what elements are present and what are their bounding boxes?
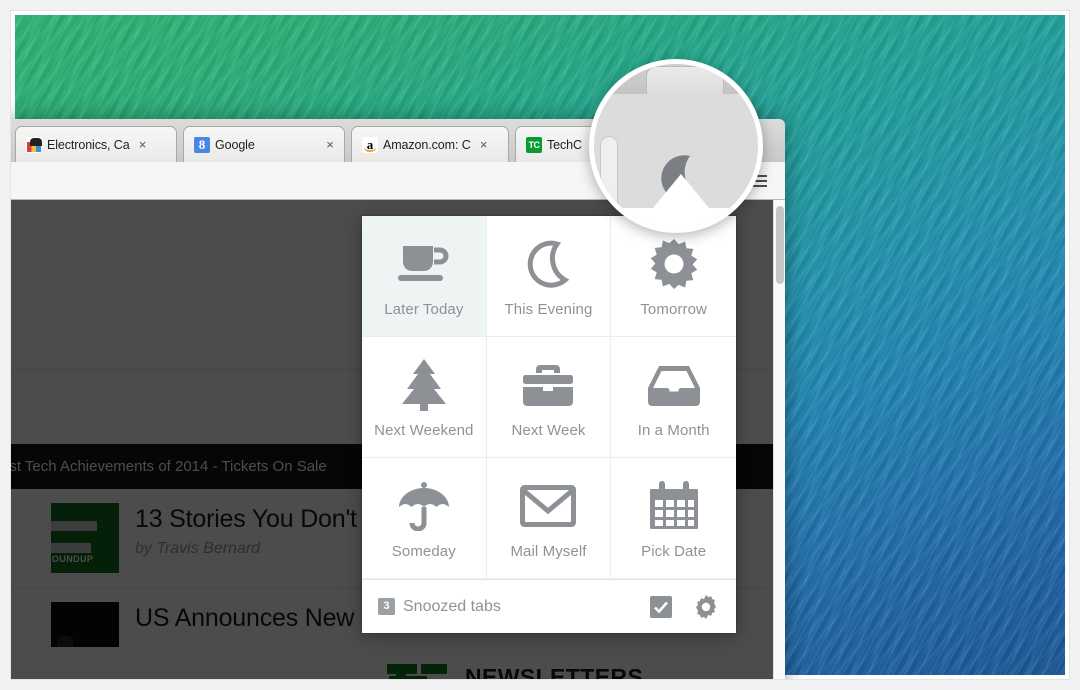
snooze-option-label: This Evening [504,300,593,318]
magnified-omnibox-edge [600,136,618,216]
snooze-option-label: In a Month [637,421,710,439]
google-favicon: 8 [194,136,210,153]
sun-icon [649,235,699,293]
snooze-option-this-evening[interactable]: This Evening [486,216,612,337]
snooze-option-label: Pick Date [641,542,707,560]
calendar-icon [649,477,698,535]
electronics-favicon [26,136,42,153]
inbox-tray-icon [647,356,701,414]
snooze-option-label: Tomorrow [640,300,707,318]
story-thumbnail: ROUNDUP [51,503,119,573]
snooze-option-label: Later Today [384,300,464,318]
magnified-tab [646,66,724,94]
scrollbar-thumb[interactable] [776,206,784,284]
tab-close-icon[interactable]: × [477,137,491,152]
magnified-tabstrip [594,64,758,94]
crescent-moon-icon [525,235,571,293]
snooze-option-pick-date[interactable]: Pick Date [611,458,736,579]
gear-icon[interactable] [694,594,718,619]
snooze-popup: Later Today This Evening Tomorrow Next W… [362,216,736,633]
pine-tree-icon [401,356,447,414]
snoozed-tabs-label[interactable]: Snoozed tabs [403,598,501,616]
frame-inner: Electronics, Ca × 8 Google × a Amazon.co… [11,11,1069,679]
snooze-option-label: Someday [391,542,456,560]
coffee-cup-icon [397,235,451,293]
tab-close-icon[interactable]: × [136,137,150,152]
umbrella-icon [398,477,450,535]
snooze-option-tomorrow[interactable]: Tomorrow [611,216,736,337]
browser-tab-amazon[interactable]: a Amazon.com: C × [351,126,509,162]
snooze-option-next-weekend[interactable]: Next Weekend [362,337,487,458]
newsletter-block: NEWSLETTERS [11,647,773,679]
snooze-options-grid: Later Today This Evening Tomorrow Next W… [362,216,736,579]
snooze-option-mail-myself[interactable]: Mail Myself [486,458,612,579]
techcrunch-favicon: TC [526,136,542,153]
envelope-icon [520,477,577,535]
tab-close-icon[interactable]: × [323,137,337,152]
browser-tab-electronics[interactable]: Electronics, Ca × [15,126,177,162]
briefcase-icon [522,356,574,414]
amazon-favicon: a [362,136,378,153]
tab-title: TechC [547,137,582,152]
checkbox-checked-icon[interactable] [650,595,672,618]
magnifier-callout [589,59,763,233]
snooze-popup-footer: 3 Snoozed tabs [362,579,736,633]
page-scrollbar[interactable] [773,200,785,679]
snooze-option-someday[interactable]: Someday [362,458,487,579]
thumbnail-label: ROUNDUP [51,554,94,564]
triangle-pointer [653,174,709,208]
snoozed-tabs-count-badge: 3 [378,598,395,615]
tab-title: Amazon.com: C [383,137,471,152]
snooze-option-label: Next Weekend [374,421,474,439]
newsletter-title: NEWSLETTERS [465,663,644,680]
snooze-option-later-today[interactable]: Later Today [362,216,487,337]
tab-title: Electronics, Ca [47,137,130,152]
promo-banner-text: Best Tech Achievements of 2014 - Tickets… [11,458,327,475]
snooze-option-label: Next Week [511,421,586,439]
snooze-option-in-a-month[interactable]: In a Month [611,337,736,458]
snooze-option-label: Mail Myself [510,542,587,560]
screenshot-frame: Electronics, Ca × 8 Google × a Amazon.co… [0,0,1080,690]
snooze-option-next-week[interactable]: Next Week [486,337,612,458]
tab-title: Google [215,137,255,152]
techcrunch-logo-icon [387,664,451,679]
browser-tab-google[interactable]: 8 Google × [183,126,345,162]
